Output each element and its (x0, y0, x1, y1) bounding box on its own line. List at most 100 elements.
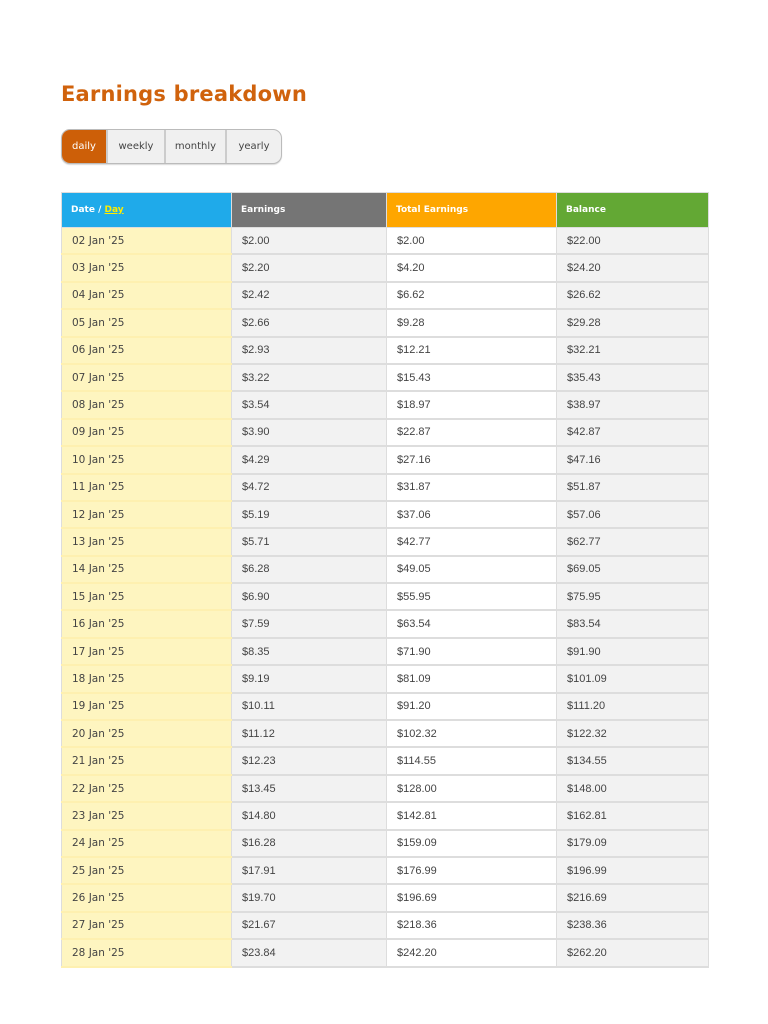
cell-total-earnings: $2.00 (386, 227, 557, 256)
table-body: 02 Jan '25 $2.00 $2.00 $22.00 03 Jan '25 $2.2… (61, 227, 709, 968)
cell-balance: $262.20 (556, 939, 709, 968)
cell-earnings: $2.42 (231, 281, 387, 311)
cell-date: 17 Jan '25 (61, 637, 232, 667)
table-row: 25 Jan '25 $17.91 $176.99 $196.99 (61, 856, 709, 886)
cell-balance: $101.09 (556, 665, 709, 694)
table-row: 10 Jan '25 $4.29 $27.16 $47.16 (61, 446, 709, 475)
cell-balance: $47.16 (556, 446, 709, 475)
cell-earnings: $13.45 (231, 774, 387, 804)
table-row: 09 Jan '25 $3.90 $22.87 $42.87 (61, 418, 709, 448)
cell-total-earnings: $31.87 (386, 473, 557, 502)
table-row: 24 Jan '25 $16.28 $159.09 $179.09 (61, 829, 709, 858)
cell-earnings: $14.80 (231, 802, 387, 831)
table-row: 02 Jan '25 $2.00 $2.00 $22.00 (61, 227, 709, 256)
cell-earnings: $8.35 (231, 637, 387, 667)
cell-date: 02 Jan '25 (61, 227, 232, 256)
cell-earnings: $2.93 (231, 336, 387, 365)
cell-balance: $162.81 (556, 802, 709, 831)
cell-date: 22 Jan '25 (61, 774, 232, 804)
cell-balance: $29.28 (556, 309, 709, 338)
table-row: 07 Jan '25 $3.22 $15.43 $35.43 (61, 363, 709, 393)
cell-earnings: $4.29 (231, 446, 387, 475)
cell-balance: $26.62 (556, 281, 709, 311)
cell-earnings: $23.84 (231, 939, 387, 968)
cell-balance: $216.69 (556, 884, 709, 913)
earnings-table: Date / Day Earnings Total Earnings Balan… (61, 192, 709, 968)
cell-balance: $196.99 (556, 856, 709, 886)
cell-balance: $75.95 (556, 583, 709, 612)
tab-daily[interactable]: daily (62, 130, 106, 163)
table-row: 16 Jan '25 $7.59 $63.54 $83.54 (61, 610, 709, 639)
header-balance: Balance (556, 192, 709, 228)
cell-date: 13 Jan '25 (61, 528, 232, 557)
table-row: 27 Jan '25 $21.67 $218.36 $238.36 (61, 911, 709, 941)
table-row: 15 Jan '25 $6.90 $55.95 $75.95 (61, 583, 709, 612)
cell-balance: $57.06 (556, 500, 709, 530)
cell-earnings: $3.54 (231, 391, 387, 420)
cell-date: 21 Jan '25 (61, 747, 232, 776)
cell-total-earnings: $102.32 (386, 720, 557, 749)
cell-date: 05 Jan '25 (61, 309, 232, 338)
table-row: 21 Jan '25 $12.23 $114.55 $134.55 (61, 747, 709, 776)
cell-date: 18 Jan '25 (61, 665, 232, 694)
cell-balance: $22.00 (556, 227, 709, 256)
cell-earnings: $5.19 (231, 500, 387, 530)
tab-weekly[interactable]: weekly (106, 130, 164, 163)
tab-monthly[interactable]: monthly (164, 130, 225, 163)
cell-total-earnings: $176.99 (386, 856, 557, 886)
cell-earnings: $11.12 (231, 720, 387, 749)
cell-total-earnings: $18.97 (386, 391, 557, 420)
cell-total-earnings: $63.54 (386, 610, 557, 639)
table-row: 20 Jan '25 $11.12 $102.32 $122.32 (61, 720, 709, 749)
cell-total-earnings: $142.81 (386, 802, 557, 831)
table-row: 12 Jan '25 $5.19 $37.06 $57.06 (61, 500, 709, 530)
sort-day-link[interactable]: Day (105, 205, 124, 215)
cell-date: 28 Jan '25 (61, 939, 232, 968)
table-row: 08 Jan '25 $3.54 $18.97 $38.97 (61, 391, 709, 420)
table-row: 06 Jan '25 $2.93 $12.21 $32.21 (61, 336, 709, 365)
cell-earnings: $5.71 (231, 528, 387, 557)
cell-total-earnings: $242.20 (386, 939, 557, 968)
cell-date: 08 Jan '25 (61, 391, 232, 420)
cell-balance: $35.43 (556, 363, 709, 393)
cell-balance: $83.54 (556, 610, 709, 639)
cell-date: 16 Jan '25 (61, 610, 232, 639)
cell-date: 10 Jan '25 (61, 446, 232, 475)
table-row: 04 Jan '25 $2.42 $6.62 $26.62 (61, 281, 709, 311)
cell-earnings: $3.90 (231, 418, 387, 448)
cell-total-earnings: $91.20 (386, 692, 557, 722)
cell-date: 19 Jan '25 (61, 692, 232, 722)
table-row: 23 Jan '25 $14.80 $142.81 $162.81 (61, 802, 709, 831)
cell-earnings: $2.00 (231, 227, 387, 256)
cell-balance: $51.87 (556, 473, 709, 502)
cell-date: 25 Jan '25 (61, 856, 232, 886)
cell-total-earnings: $37.06 (386, 500, 557, 530)
cell-balance: $69.05 (556, 555, 709, 585)
cell-date: 07 Jan '25 (61, 363, 232, 393)
cell-earnings: $19.70 (231, 884, 387, 913)
cell-earnings: $10.11 (231, 692, 387, 722)
period-segmented-control: daily weekly monthly yearly (61, 129, 282, 164)
cell-date: 14 Jan '25 (61, 555, 232, 585)
cell-date: 04 Jan '25 (61, 281, 232, 311)
cell-total-earnings: $9.28 (386, 309, 557, 338)
cell-earnings: $2.20 (231, 254, 387, 283)
cell-earnings: $9.19 (231, 665, 387, 694)
cell-date: 23 Jan '25 (61, 802, 232, 831)
cell-date: 20 Jan '25 (61, 720, 232, 749)
table-header-row: Date / Day Earnings Total Earnings Balan… (61, 192, 709, 228)
cell-balance: $179.09 (556, 829, 709, 858)
cell-date: 12 Jan '25 (61, 500, 232, 530)
cell-earnings: $6.28 (231, 555, 387, 585)
cell-total-earnings: $55.95 (386, 583, 557, 612)
cell-balance: $111.20 (556, 692, 709, 722)
cell-earnings: $21.67 (231, 911, 387, 941)
cell-total-earnings: $81.09 (386, 665, 557, 694)
cell-earnings: $4.72 (231, 473, 387, 502)
cell-balance: $38.97 (556, 391, 709, 420)
cell-total-earnings: $196.69 (386, 884, 557, 913)
header-total-earnings: Total Earnings (386, 192, 557, 228)
tab-yearly[interactable]: yearly (225, 130, 281, 163)
cell-earnings: $17.91 (231, 856, 387, 886)
cell-balance: $62.77 (556, 528, 709, 557)
